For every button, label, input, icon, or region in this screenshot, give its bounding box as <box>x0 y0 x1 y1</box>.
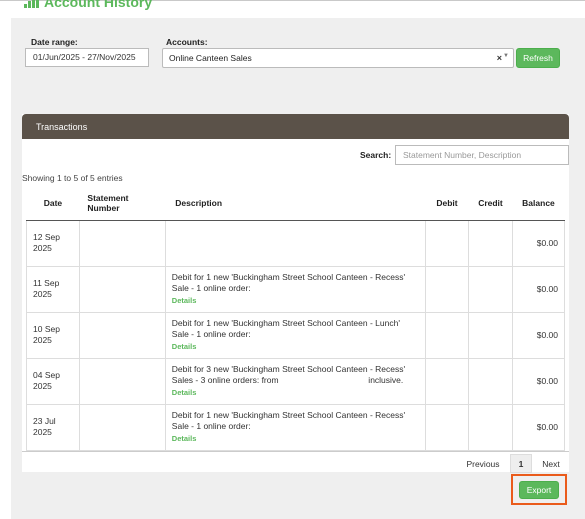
row-credit <box>467 265 513 313</box>
row-description-text: Debit for 3 new 'Buckingham Street Schoo… <box>171 364 408 385</box>
pagination-next[interactable]: Next <box>534 454 568 473</box>
row-debit <box>425 403 469 451</box>
details-link[interactable]: Details <box>172 295 419 306</box>
row-credit <box>467 219 513 267</box>
row-debit <box>425 311 469 359</box>
accounts-select[interactable]: Online Canteen Sales × ▼ <box>162 48 514 68</box>
row-statement-number <box>78 403 166 451</box>
row-credit <box>467 311 513 359</box>
entries-info: Showing 1 to 5 of 5 entries <box>22 173 123 183</box>
table-row: 11 Sep 2025 Debit for 1 new 'Buckingham … <box>26 265 566 313</box>
details-link[interactable]: Details <box>172 341 419 352</box>
row-date: 23 Jul 2025 <box>26 403 80 451</box>
table-header-row: Date Statement Number Description Debit … <box>26 187 565 221</box>
table-row: 23 Jul 2025 Debit for 1 new 'Buckingham … <box>26 403 566 451</box>
table-row: 04 Sep 2025 Debit for 3 new 'Buckingham … <box>26 357 566 405</box>
table-bottom-divider <box>22 451 569 452</box>
accounts-selected-value: Online Canteen Sales <box>169 53 252 63</box>
column-header-statement-number[interactable]: Statement Number <box>79 187 166 221</box>
export-button[interactable]: Export <box>519 481 559 499</box>
row-description: Debit for 1 new 'Buckingham Street Schoo… <box>164 265 427 313</box>
table-row: 12 Sep 2025 $0.00 <box>26 219 566 267</box>
export-highlight: Export <box>511 474 567 505</box>
row-description-text: Debit for 1 new 'Buckingham Street Schoo… <box>171 272 406 293</box>
row-statement-number <box>78 265 166 313</box>
date-range-input[interactable]: 01/Jun/2025 - 27/Nov/2025 <box>25 48 149 67</box>
details-link[interactable]: Details <box>172 433 419 444</box>
column-header-credit[interactable]: Credit <box>468 187 513 221</box>
row-debit <box>425 357 469 405</box>
column-header-balance[interactable]: Balance <box>512 187 565 221</box>
details-link[interactable]: Details <box>172 387 419 398</box>
clear-selection-icon[interactable]: × <box>497 53 502 63</box>
transactions-table: Date Statement Number Description Debit … <box>26 187 566 451</box>
panel-title: Transactions <box>22 114 569 139</box>
date-range-label: Date range: <box>31 37 78 47</box>
row-balance: $0.00 <box>511 219 566 267</box>
row-description: Debit for 1 new 'Buckingham Street Schoo… <box>164 403 427 451</box>
row-statement-number <box>78 357 166 405</box>
row-description-text: Debit for 1 new 'Buckingham Street Schoo… <box>171 410 406 431</box>
accounts-label: Accounts: <box>166 37 208 47</box>
row-date: 04 Sep 2025 <box>26 357 80 405</box>
table-row: 10 Sep 2025 Debit for 1 new 'Buckingham … <box>26 311 566 359</box>
refresh-button[interactable]: Refresh <box>516 48 560 68</box>
row-date: 11 Sep 2025 <box>26 265 80 313</box>
row-balance: $0.00 <box>511 265 566 313</box>
chevron-down-icon[interactable]: ▼ <box>503 53 509 59</box>
column-header-description[interactable]: Description <box>165 187 426 221</box>
row-description: Debit for 3 new 'Buckingham Street Schoo… <box>164 357 427 405</box>
row-statement-number <box>78 311 166 359</box>
row-balance: $0.00 <box>511 357 566 405</box>
page-title: Account History <box>44 0 153 10</box>
row-credit <box>467 403 513 451</box>
row-balance: $0.00 <box>511 311 566 359</box>
search-input[interactable]: Statement Number, Description <box>395 145 569 165</box>
column-header-date[interactable]: Date <box>26 187 80 221</box>
page-header: Account History <box>24 0 152 10</box>
row-balance: $0.00 <box>511 403 566 451</box>
bar-chart-icon <box>24 0 39 8</box>
row-description <box>164 219 427 267</box>
row-description-text: Debit for 1 new 'Buckingham Street Schoo… <box>171 318 400 339</box>
row-credit <box>467 357 513 405</box>
row-debit <box>425 219 469 267</box>
row-date: 12 Sep 2025 <box>26 219 80 267</box>
row-debit <box>425 265 469 313</box>
row-statement-number <box>78 219 166 267</box>
column-header-debit[interactable]: Debit <box>425 187 469 221</box>
pagination-previous[interactable]: Previous <box>458 454 508 473</box>
pagination-page-1[interactable]: 1 <box>510 454 532 473</box>
row-description: Debit for 1 new 'Buckingham Street Schoo… <box>164 311 427 359</box>
search-label: Search: <box>360 150 392 160</box>
row-date: 10 Sep 2025 <box>26 311 80 359</box>
